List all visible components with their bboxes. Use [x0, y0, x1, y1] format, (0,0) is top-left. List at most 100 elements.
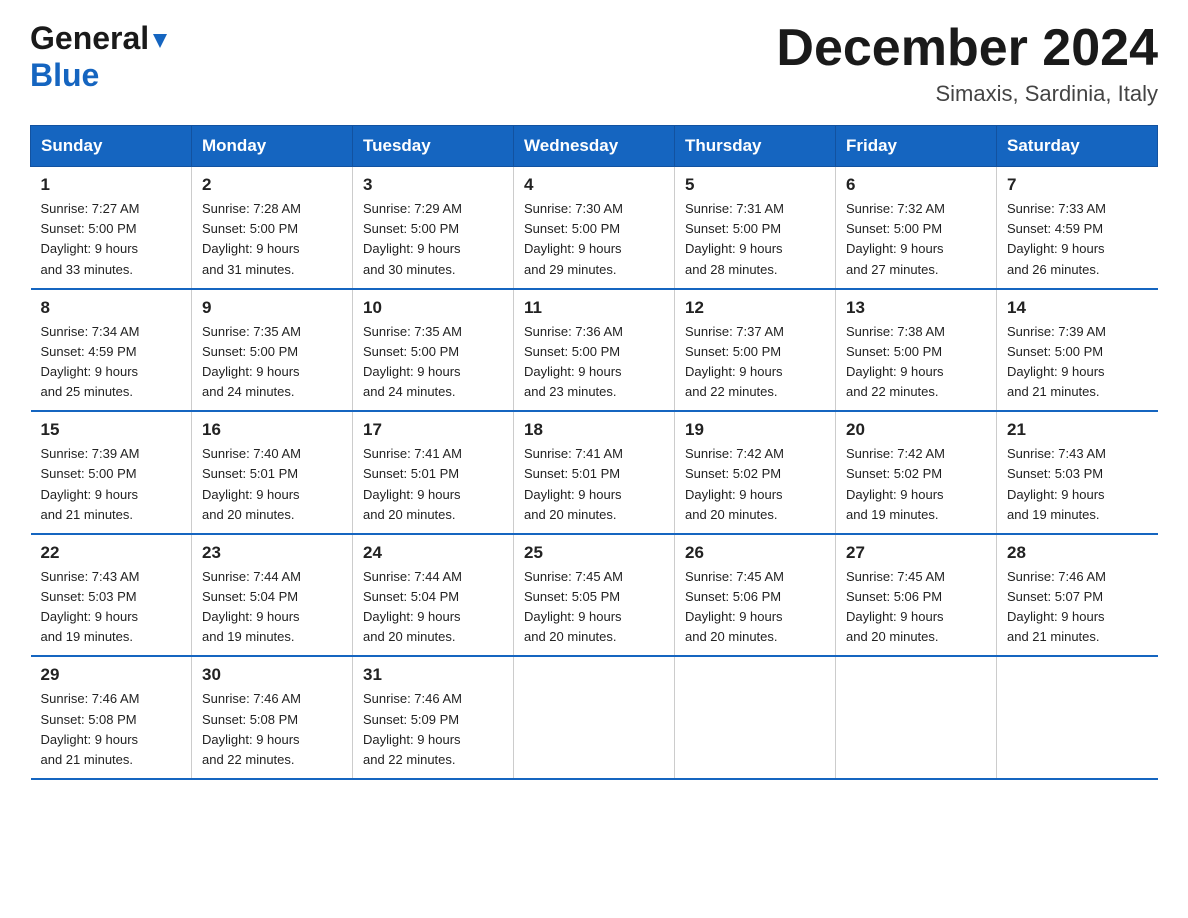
calendar-week-row: 29 Sunrise: 7:46 AM Sunset: 5:08 PM Dayligh…: [31, 656, 1158, 779]
calendar-cell: 16Sunrise: 7:40 AMSunset: 5:01 PMDayligh…: [192, 411, 353, 534]
day-number: 27: [846, 543, 986, 563]
calendar-cell: [836, 656, 997, 779]
calendar-cell: 3Sunrise: 7:29 AMSunset: 5:00 PMDaylight…: [353, 167, 514, 289]
title-block: December 2024 Simaxis, Sardinia, Italy: [776, 20, 1158, 107]
daylight-label: Daylight: 9 hoursand 22 minutes.: [846, 364, 944, 399]
sunrise-label: Sunrise: 7:31 AM: [685, 201, 784, 216]
sunrise-label: Sunrise: 7:45 AM: [846, 569, 945, 584]
day-number: 15: [41, 420, 182, 440]
calendar-cell: 14 Sunrise: 7:39 AMSunset: 5:00 PMDayligh…: [997, 289, 1158, 412]
day-info: Sunrise: 7:30 AMSunset: 5:00 PMDaylight:…: [524, 199, 664, 280]
calendar-cell: 23Sunrise: 7:44 AMSunset: 5:04 PMDayligh…: [192, 534, 353, 657]
sunrise-label: Sunrise: 7:46 AM: [1007, 569, 1106, 584]
sunset-label: Sunset: 5:00 PM: [685, 344, 781, 359]
sunset-label: Sunset: 5:06 PM: [685, 589, 781, 604]
sunrise-label: Sunrise: 7:43 AM: [41, 569, 140, 584]
sunrise-label: Sunrise: 7:46 AM: [363, 691, 462, 706]
sunset-label: Sunset: 5:00 PM: [846, 221, 942, 236]
calendar-cell: 12Sunrise: 7:37 AMSunset: 5:00 PMDayligh…: [675, 289, 836, 412]
logo-blue-text: Blue: [30, 57, 99, 94]
daylight-label: Daylight: 9 hoursand 19 minutes.: [202, 609, 300, 644]
calendar-cell: 1Sunrise: 7:27 AMSunset: 5:00 PMDaylight…: [31, 167, 192, 289]
day-info: Sunrise: 7:34 AMSunset: 4:59 PMDaylight:…: [41, 322, 182, 403]
daylight-label: Daylight: 9 hoursand 20 minutes.: [202, 487, 300, 522]
header-tuesday: Tuesday: [353, 126, 514, 167]
day-info: Sunrise: 7:42 AMSunset: 5:02 PMDaylight:…: [685, 444, 825, 525]
day-info: Sunrise: 7:45 AMSunset: 5:05 PMDaylight:…: [524, 567, 664, 648]
sunset-label: Sunset: 5:08 PM: [202, 712, 298, 727]
day-info: Sunrise: 7:39 AMSunset: 5:00 PMDaylight:…: [1007, 322, 1148, 403]
daylight-label: Daylight: 9 hoursand 22 minutes.: [202, 732, 300, 767]
day-number: 14: [1007, 298, 1148, 318]
calendar-week-row: 22 Sunrise: 7:43 AMSunset: 5:03 PMDayligh…: [31, 534, 1158, 657]
daylight-label: Daylight: 9 hoursand 22 minutes.: [363, 732, 461, 767]
day-number: 20: [846, 420, 986, 440]
calendar-cell: 15Sunrise: 7:39 AMSunset: 5:00 PMDayligh…: [31, 411, 192, 534]
sunset-label: Sunset: 5:00 PM: [524, 344, 620, 359]
calendar-cell: [514, 656, 675, 779]
month-title: December 2024: [776, 20, 1158, 77]
daylight-label: Daylight: 9 hoursand 23 minutes.: [524, 364, 622, 399]
day-number: 7: [1007, 175, 1148, 195]
sunrise-label: Sunrise: 7:30 AM: [524, 201, 623, 216]
sunset-label: Sunset: 5:00 PM: [846, 344, 942, 359]
daylight-label: Daylight: 9 hoursand 21 minutes.: [41, 487, 139, 522]
location-title: Simaxis, Sardinia, Italy: [776, 81, 1158, 107]
day-number: 22: [41, 543, 182, 563]
logo-arrow-icon: [149, 30, 171, 52]
day-info: Sunrise: 7:38 AM Sunset: 5:00 PM Daylight:…: [846, 322, 986, 403]
day-number: 6: [846, 175, 986, 195]
day-number: 24: [363, 543, 503, 563]
sunrise-label: Sunrise: 7:46 AM: [202, 691, 301, 706]
day-info: Sunrise: 7:27 AMSunset: 5:00 PMDaylight:…: [41, 199, 182, 280]
day-number: 8: [41, 298, 182, 318]
sunrise-label: Sunrise: 7:41 AM: [363, 446, 462, 461]
day-number: 29: [41, 665, 182, 685]
daylight-label: Daylight: 9 hoursand 21 minutes.: [41, 732, 139, 767]
sunrise-label: Sunrise: 7:35 AM: [363, 324, 462, 339]
daylight-label: Daylight: 9 hoursand 20 minutes.: [524, 609, 622, 644]
day-info: Sunrise: 7:33 AMSunset: 4:59 PMDaylight:…: [1007, 199, 1148, 280]
day-info: Sunrise: 7:43 AMSunset: 5:03 PMDaylight:…: [41, 567, 182, 648]
sunset-label: Sunset: 5:04 PM: [363, 589, 459, 604]
calendar-cell: 13 Sunrise: 7:38 AM Sunset: 5:00 PM Dayligh…: [836, 289, 997, 412]
day-info: Sunrise: 7:44 AMSunset: 5:04 PMDaylight:…: [202, 567, 342, 648]
sunrise-label: Sunrise: 7:45 AM: [524, 569, 623, 584]
daylight-label: Daylight: 9 hoursand 30 minutes.: [363, 241, 461, 276]
calendar-week-row: 8 Sunrise: 7:34 AMSunset: 4:59 PMDaylight…: [31, 289, 1158, 412]
sunset-label: Sunset: 5:00 PM: [202, 221, 298, 236]
calendar-cell: 22 Sunrise: 7:43 AMSunset: 5:03 PMDayligh…: [31, 534, 192, 657]
day-info: Sunrise: 7:29 AMSunset: 5:00 PMDaylight:…: [363, 199, 503, 280]
header-wednesday: Wednesday: [514, 126, 675, 167]
header-friday: Friday: [836, 126, 997, 167]
day-info: Sunrise: 7:45 AMSunset: 5:06 PMDaylight:…: [846, 567, 986, 648]
sunset-label: Sunset: 5:01 PM: [363, 466, 459, 481]
day-number: 13: [846, 298, 986, 318]
daylight-label: Daylight: 9 hoursand 20 minutes.: [685, 609, 783, 644]
sunrise-label: Sunrise: 7:37 AM: [685, 324, 784, 339]
daylight-label: Daylight: 9 hoursand 21 minutes.: [1007, 364, 1105, 399]
header-monday: Monday: [192, 126, 353, 167]
day-info: Sunrise: 7:35 AMSunset: 5:00 PMDaylight:…: [202, 322, 342, 403]
day-info: Sunrise: 7:41 AMSunset: 5:01 PMDaylight:…: [363, 444, 503, 525]
day-number: 2: [202, 175, 342, 195]
day-number: 30: [202, 665, 342, 685]
day-number: 11: [524, 298, 664, 318]
day-info: Sunrise: 7:41 AMSunset: 5:01 PMDaylight:…: [524, 444, 664, 525]
sunrise-label: Sunrise: 7:42 AM: [846, 446, 945, 461]
day-number: 5: [685, 175, 825, 195]
day-info: Sunrise: 7:46 AMSunset: 5:08 PMDaylight:…: [41, 689, 182, 770]
sunrise-label: Sunrise: 7:39 AM: [1007, 324, 1106, 339]
sunset-label: Sunset: 5:01 PM: [524, 466, 620, 481]
calendar-cell: 18Sunrise: 7:41 AMSunset: 5:01 PMDayligh…: [514, 411, 675, 534]
day-number: 19: [685, 420, 825, 440]
day-info: Sunrise: 7:46 AM Sunset: 5:08 PM Daylight:…: [202, 689, 342, 770]
day-number: 28: [1007, 543, 1148, 563]
sunrise-label: Sunrise: 7:41 AM: [524, 446, 623, 461]
sunrise-label: Sunrise: 7:39 AM: [41, 446, 140, 461]
sunrise-label: Sunrise: 7:38 AM: [846, 324, 945, 339]
day-info: Sunrise: 7:36 AMSunset: 5:00 PMDaylight:…: [524, 322, 664, 403]
daylight-label: Daylight: 9 hoursand 31 minutes.: [202, 241, 300, 276]
day-info: Sunrise: 7:42 AMSunset: 5:02 PMDaylight:…: [846, 444, 986, 525]
daylight-label: Daylight: 9 hoursand 19 minutes.: [1007, 487, 1105, 522]
